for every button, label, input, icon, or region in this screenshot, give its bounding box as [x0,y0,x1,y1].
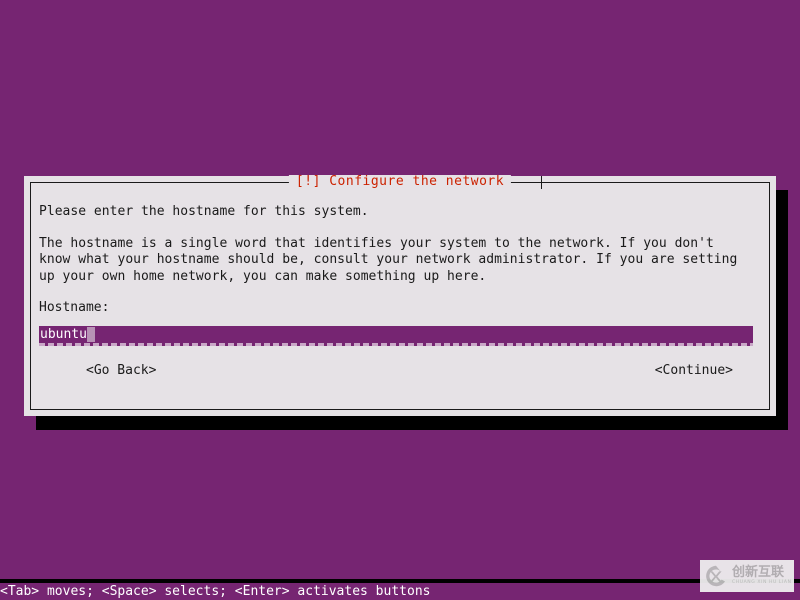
text-cursor-icon [86,327,95,342]
hostname-input[interactable]: ubuntu [39,326,753,343]
cx-logo-icon [706,565,725,587]
dialog-button-row: <Go Back> <Continue> [39,362,761,380]
watermark-pinyin-text: CHUANG XIN HU LIAN [732,580,792,586]
hostname-input-underline [39,343,753,346]
statusbar-help-text: <Tab> moves; <Space> selects; <Enter> ac… [0,584,431,599]
hostname-input-row[interactable]: ubuntu [39,326,753,346]
intro-paragraph: Please enter the hostname for this syste… [39,204,369,219]
hostname-input-value: ubuntu [40,327,87,342]
watermark-chinese-text: 创新互联 [732,565,785,581]
description-paragraph: The hostname is a single word that ident… [39,235,738,284]
installer-screen: [!] Configure the network Please enter t… [0,0,800,600]
hostname-label: Hostname: [39,300,110,315]
statusbar: <Tab> moves; <Space> selects; <Enter> ac… [0,583,800,600]
continue-button[interactable]: <Continue> [655,362,733,380]
dialog-content: Please enter the hostname for this syste… [39,204,761,346]
watermark-logo: 创新互联 CHUANG XIN HU LIAN [700,560,794,592]
go-back-button[interactable]: <Go Back> [86,362,156,380]
watermark-text: 创新互联 CHUANG XIN HU LIAN [732,566,792,586]
configure-network-dialog: [!] Configure the network Please enter t… [24,175,776,416]
